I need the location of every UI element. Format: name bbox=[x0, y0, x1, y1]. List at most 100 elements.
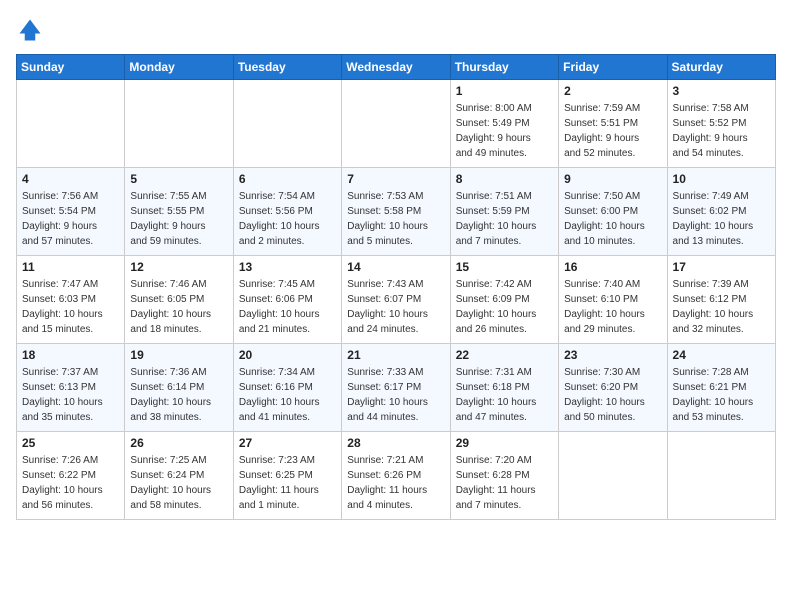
day-number: 28 bbox=[347, 436, 444, 450]
calendar-cell: 2 Sunrise: 7:59 AM Sunset: 5:51 PM Daylig… bbox=[559, 80, 667, 168]
day-number: 8 bbox=[456, 172, 553, 186]
week-row-1: 1Sunrise: 8:00 AM Sunset: 5:49 PM Daylig… bbox=[17, 80, 776, 168]
calendar-cell bbox=[125, 80, 233, 168]
logo-icon bbox=[16, 16, 44, 44]
calendar-cell: 11 Sunrise: 7:47 AM Sunset: 6:03 PM Dayli… bbox=[17, 256, 125, 344]
day-number: 18 bbox=[22, 348, 119, 362]
day-info: Sunrise: 7:43 AM Sunset: 6:07 PM Dayligh… bbox=[347, 277, 444, 337]
calendar-cell: 21Sunrise: 7:33 AM Sunset: 6:17 PM Dayli… bbox=[342, 344, 450, 432]
day-info: Sunrise: 7:55 AM Sunset: 5:55 PM Dayligh… bbox=[130, 189, 227, 249]
calendar-cell: 24 Sunrise: 7:28 AM Sunset: 6:21 PM Dayli… bbox=[667, 344, 775, 432]
day-number: 15 bbox=[456, 260, 553, 274]
calendar-cell: 16Sunrise: 7:40 AM Sunset: 6:10 PM Dayli… bbox=[559, 256, 667, 344]
day-header-sunday: Sunday bbox=[17, 55, 125, 80]
calendar-cell: 9Sunrise: 7:50 AM Sunset: 6:00 PM Daylig… bbox=[559, 168, 667, 256]
week-row-3: 11 Sunrise: 7:47 AM Sunset: 6:03 PM Dayli… bbox=[17, 256, 776, 344]
calendar-cell bbox=[342, 80, 450, 168]
day-number: 4 bbox=[22, 172, 119, 186]
day-info: Sunrise: 7:28 AM Sunset: 6:21 PM Dayligh… bbox=[673, 365, 770, 425]
day-number: 2 bbox=[564, 84, 661, 98]
day-number: 21 bbox=[347, 348, 444, 362]
day-number: 19 bbox=[130, 348, 227, 362]
day-number: 7 bbox=[347, 172, 444, 186]
day-info: Sunrise: 7:59 AM Sunset: 5:51 PM Dayligh… bbox=[564, 101, 661, 161]
calendar-cell bbox=[233, 80, 341, 168]
day-number: 6 bbox=[239, 172, 336, 186]
day-info: Sunrise: 7:25 AM Sunset: 6:24 PM Dayligh… bbox=[130, 453, 227, 513]
day-number: 10 bbox=[673, 172, 770, 186]
calendar-cell: 13 Sunrise: 7:45 AM Sunset: 6:06 PM Dayli… bbox=[233, 256, 341, 344]
day-info: Sunrise: 7:39 AM Sunset: 6:12 PM Dayligh… bbox=[673, 277, 770, 337]
day-info: Sunrise: 7:21 AM Sunset: 6:26 PM Dayligh… bbox=[347, 453, 444, 513]
calendar-cell: 15 Sunrise: 7:42 AM Sunset: 6:09 PM Dayli… bbox=[450, 256, 558, 344]
day-info: Sunrise: 7:50 AM Sunset: 6:00 PM Dayligh… bbox=[564, 189, 661, 249]
day-info: Sunrise: 7:53 AM Sunset: 5:58 PM Dayligh… bbox=[347, 189, 444, 249]
page-header bbox=[16, 16, 776, 44]
calendar-cell: 19 Sunrise: 7:36 AM Sunset: 6:14 PM Dayli… bbox=[125, 344, 233, 432]
week-row-2: 4 Sunrise: 7:56 AM Sunset: 5:54 PM Daylig… bbox=[17, 168, 776, 256]
day-number: 12 bbox=[130, 260, 227, 274]
week-row-4: 18 Sunrise: 7:37 AM Sunset: 6:13 PM Dayli… bbox=[17, 344, 776, 432]
day-header-saturday: Saturday bbox=[667, 55, 775, 80]
day-info: Sunrise: 7:49 AM Sunset: 6:02 PM Dayligh… bbox=[673, 189, 770, 249]
day-header-friday: Friday bbox=[559, 55, 667, 80]
day-number: 14 bbox=[347, 260, 444, 274]
day-number: 3 bbox=[673, 84, 770, 98]
day-number: 29 bbox=[456, 436, 553, 450]
day-number: 25 bbox=[22, 436, 119, 450]
calendar-cell: 4 Sunrise: 7:56 AM Sunset: 5:54 PM Daylig… bbox=[17, 168, 125, 256]
calendar-cell: 14 Sunrise: 7:43 AM Sunset: 6:07 PM Dayli… bbox=[342, 256, 450, 344]
calendar-cell: 20Sunrise: 7:34 AM Sunset: 6:16 PM Dayli… bbox=[233, 344, 341, 432]
day-info: Sunrise: 7:51 AM Sunset: 5:59 PM Dayligh… bbox=[456, 189, 553, 249]
day-info: Sunrise: 7:56 AM Sunset: 5:54 PM Dayligh… bbox=[22, 189, 119, 249]
calendar-cell bbox=[559, 432, 667, 520]
calendar-cell: 8 Sunrise: 7:51 AM Sunset: 5:59 PM Daylig… bbox=[450, 168, 558, 256]
day-info: Sunrise: 7:47 AM Sunset: 6:03 PM Dayligh… bbox=[22, 277, 119, 337]
day-info: Sunrise: 7:45 AM Sunset: 6:06 PM Dayligh… bbox=[239, 277, 336, 337]
day-number: 17 bbox=[673, 260, 770, 274]
calendar-cell: 3 Sunrise: 7:58 AM Sunset: 5:52 PM Daylig… bbox=[667, 80, 775, 168]
day-info: Sunrise: 7:20 AM Sunset: 6:28 PM Dayligh… bbox=[456, 453, 553, 513]
calendar-cell: 18 Sunrise: 7:37 AM Sunset: 6:13 PM Dayli… bbox=[17, 344, 125, 432]
day-number: 26 bbox=[130, 436, 227, 450]
calendar-cell: 6 Sunrise: 7:54 AM Sunset: 5:56 PM Daylig… bbox=[233, 168, 341, 256]
calendar-cell: 26 Sunrise: 7:25 AM Sunset: 6:24 PM Dayli… bbox=[125, 432, 233, 520]
days-header-row: SundayMondayTuesdayWednesdayThursdayFrid… bbox=[17, 55, 776, 80]
calendar-cell: 7 Sunrise: 7:53 AM Sunset: 5:58 PM Daylig… bbox=[342, 168, 450, 256]
day-header-wednesday: Wednesday bbox=[342, 55, 450, 80]
day-number: 24 bbox=[673, 348, 770, 362]
day-info: Sunrise: 7:23 AM Sunset: 6:25 PM Dayligh… bbox=[239, 453, 336, 513]
calendar-cell: 1Sunrise: 8:00 AM Sunset: 5:49 PM Daylig… bbox=[450, 80, 558, 168]
calendar-cell bbox=[17, 80, 125, 168]
calendar-cell: 23 Sunrise: 7:30 AM Sunset: 6:20 PM Dayli… bbox=[559, 344, 667, 432]
calendar-cell: 10 Sunrise: 7:49 AM Sunset: 6:02 PM Dayli… bbox=[667, 168, 775, 256]
day-number: 13 bbox=[239, 260, 336, 274]
day-header-monday: Monday bbox=[125, 55, 233, 80]
calendar-cell: 29 Sunrise: 7:20 AM Sunset: 6:28 PM Dayli… bbox=[450, 432, 558, 520]
day-number: 11 bbox=[22, 260, 119, 274]
day-info: Sunrise: 7:58 AM Sunset: 5:52 PM Dayligh… bbox=[673, 101, 770, 161]
calendar-cell: 17 Sunrise: 7:39 AM Sunset: 6:12 PM Dayli… bbox=[667, 256, 775, 344]
day-info: Sunrise: 7:46 AM Sunset: 6:05 PM Dayligh… bbox=[130, 277, 227, 337]
day-number: 22 bbox=[456, 348, 553, 362]
calendar-cell: 22 Sunrise: 7:31 AM Sunset: 6:18 PM Dayli… bbox=[450, 344, 558, 432]
calendar-cell: 5 Sunrise: 7:55 AM Sunset: 5:55 PM Daylig… bbox=[125, 168, 233, 256]
day-info: Sunrise: 7:36 AM Sunset: 6:14 PM Dayligh… bbox=[130, 365, 227, 425]
calendar-table: SundayMondayTuesdayWednesdayThursdayFrid… bbox=[16, 54, 776, 520]
day-number: 23 bbox=[564, 348, 661, 362]
day-info: Sunrise: 7:54 AM Sunset: 5:56 PM Dayligh… bbox=[239, 189, 336, 249]
day-header-thursday: Thursday bbox=[450, 55, 558, 80]
day-number: 1 bbox=[456, 84, 553, 98]
day-number: 5 bbox=[130, 172, 227, 186]
day-info: Sunrise: 7:31 AM Sunset: 6:18 PM Dayligh… bbox=[456, 365, 553, 425]
calendar-cell: 28 Sunrise: 7:21 AM Sunset: 6:26 PM Dayli… bbox=[342, 432, 450, 520]
day-info: Sunrise: 7:42 AM Sunset: 6:09 PM Dayligh… bbox=[456, 277, 553, 337]
calendar-cell: 25 Sunrise: 7:26 AM Sunset: 6:22 PM Dayli… bbox=[17, 432, 125, 520]
day-info: Sunrise: 7:30 AM Sunset: 6:20 PM Dayligh… bbox=[564, 365, 661, 425]
day-info: Sunrise: 7:26 AM Sunset: 6:22 PM Dayligh… bbox=[22, 453, 119, 513]
day-info: Sunrise: 7:37 AM Sunset: 6:13 PM Dayligh… bbox=[22, 365, 119, 425]
week-row-5: 25 Sunrise: 7:26 AM Sunset: 6:22 PM Dayli… bbox=[17, 432, 776, 520]
calendar-cell: 27Sunrise: 7:23 AM Sunset: 6:25 PM Dayli… bbox=[233, 432, 341, 520]
calendar-cell: 12 Sunrise: 7:46 AM Sunset: 6:05 PM Dayli… bbox=[125, 256, 233, 344]
logo bbox=[16, 16, 48, 44]
